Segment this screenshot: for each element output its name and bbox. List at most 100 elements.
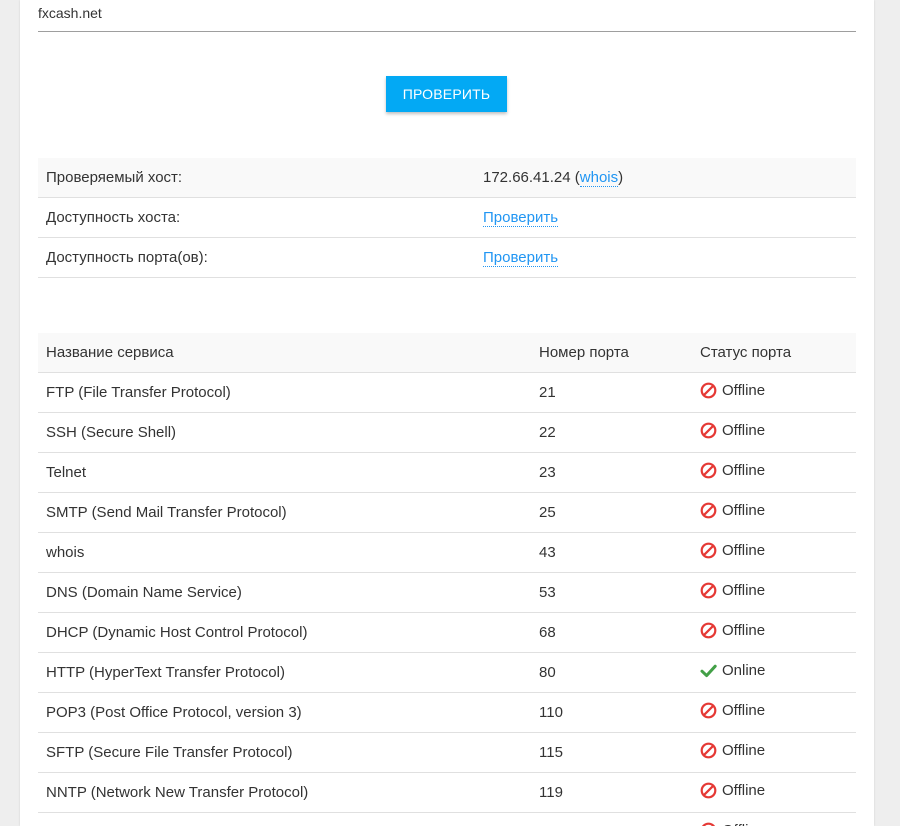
status-badge: Offline [700,742,765,759]
whois-link[interactable]: whois [579,169,619,187]
service-name: POP3 (Post Office Protocol, version 3) [38,692,531,733]
ports-table-header: Название сервиса Номер порта Статус порт… [38,333,856,373]
status-label: Offline [722,502,766,519]
port-number: 53 [531,572,692,613]
service-name: FTP (File Transfer Protocol) [38,372,531,413]
status-label: Offline [722,462,766,479]
status-label: Offline [722,742,766,759]
offline-icon [700,542,717,559]
status-label: Offline [722,422,766,439]
service-name: SFTP (Secure File Transfer Protocol) [38,732,531,773]
port-availability-label: Доступность порта(ов): [38,237,475,278]
port-number: 119 [531,772,692,813]
table-row: NTP (Network Time Protocol)123 Offline [38,812,856,826]
port-availability-row: Доступность порта(ов): Проверить [38,237,856,278]
service-name: DHCP (Dynamic Host Control Protocol) [38,612,531,653]
host-label: Проверяемый хост: [38,158,475,198]
paren-close: ) [618,169,624,186]
port-number: 43 [531,532,692,573]
port-number: 80 [531,652,692,693]
port-number: 21 [531,372,692,413]
table-row: SSH (Secure Shell) 22 Offline [38,412,856,453]
host-availability-label: Доступность хоста: [38,197,475,238]
status-badge: Offline [700,582,765,599]
table-row: POP3 (Post Office Protocol, version 3) 11… [38,692,856,733]
offline-icon [700,382,717,399]
status-badge: Offline [700,702,765,719]
offline-icon [700,782,717,799]
header-service-name: Название сервиса [38,333,531,373]
offline-icon [700,462,717,479]
port-number: 123 [531,812,692,826]
host-row: Проверяемый хост: 172.66.41.24 (whois) [38,158,856,198]
port-status: Offline [692,612,856,653]
port-status: Offline [692,572,856,613]
offline-icon [700,502,717,519]
status-label: Offline [722,822,765,826]
port-number: 25 [531,492,692,533]
table-row: DNS (Domain Name Service) 53 Offline [38,572,856,613]
status-label: Offline [722,542,766,559]
host-info-table: Проверяемый хост: 172.66.41.24 (whois) Д… [38,158,856,278]
status-badge: Offline [700,462,765,479]
table-row: Telnet 23 Offline [38,452,856,493]
status-badge: Online [700,662,765,679]
header-port-number: Номер порта [531,333,692,373]
service-name: whois [38,532,531,573]
status-badge: Offline [700,422,765,439]
service-name: SMTP (Send Mail Transfer Protocol) [38,492,531,533]
service-name: HTTP (HyperText Transfer Protocol) [38,652,531,693]
host-availability-check-link[interactable]: Проверить [483,209,559,227]
ports-table: Название сервиса Номер порта Статус порт… [38,333,856,826]
offline-icon [700,582,717,599]
offline-icon [700,742,717,759]
service-name: NTP (Network Time Protocol) [38,812,531,826]
table-row: whois 43 Offline [38,532,856,573]
online-icon [700,662,717,679]
service-name: Telnet [38,452,531,493]
host-ip: 172.66.41.24 [483,169,571,186]
main-card: ПРОВЕРИТЬ Проверяемый хост: 172.66.41.24… [20,0,874,826]
port-status: Offline [692,412,856,453]
status-label: Online [722,662,766,679]
port-number: 22 [531,412,692,453]
host-availability-row: Доступность хоста: Проверить [38,197,856,238]
port-status: Online [692,652,856,693]
host-value: 172.66.41.24 (whois) [475,158,856,198]
status-label: Offline [722,382,766,399]
status-badge: Offline [700,542,765,559]
status-label: Offline [722,582,766,599]
service-name: DNS (Domain Name Service) [38,572,531,613]
table-row: NNTP (Network New Transfer Protocol) 119 O… [38,772,856,813]
table-row: HTTP (HyperText Transfer Protocol) 80 Onli… [38,652,856,693]
port-status: Offline [692,532,856,573]
host-input[interactable] [38,0,856,32]
status-badge: Offline [700,502,765,519]
port-number: 23 [531,452,692,493]
port-availability-check-link[interactable]: Проверить [483,249,559,267]
status-badge: Offline [700,782,765,799]
port-number: 68 [531,612,692,653]
offline-icon [700,622,717,639]
port-status: Offline [692,492,856,533]
port-status: Offline [692,732,856,773]
header-port-status: Статус порта [692,333,856,373]
status-label: Offline [722,702,766,719]
port-status: Offline [692,812,856,826]
status-label: Offline [722,622,766,639]
table-row: SMTP (Send Mail Transfer Protocol) 25 Offl… [38,492,856,533]
check-button[interactable]: ПРОВЕРИТЬ [386,76,507,112]
offline-icon [700,822,717,826]
paren-open: ( [570,169,580,186]
offline-icon [700,422,717,439]
status-badge: Offline [700,822,765,826]
status-badge: Offline [700,382,765,399]
status-label: Offline [722,782,766,799]
port-status: Offline [692,772,856,813]
table-row: FTP (File Transfer Protocol) 21 Offline [38,372,856,413]
table-row: DHCP (Dynamic Host Control Protocol) 68 Of… [38,612,856,653]
port-number: 115 [531,732,692,773]
host-availability-value: Проверить [475,197,856,238]
port-availability-value: Проверить [475,237,856,278]
service-name: SSH (Secure Shell) [38,412,531,453]
